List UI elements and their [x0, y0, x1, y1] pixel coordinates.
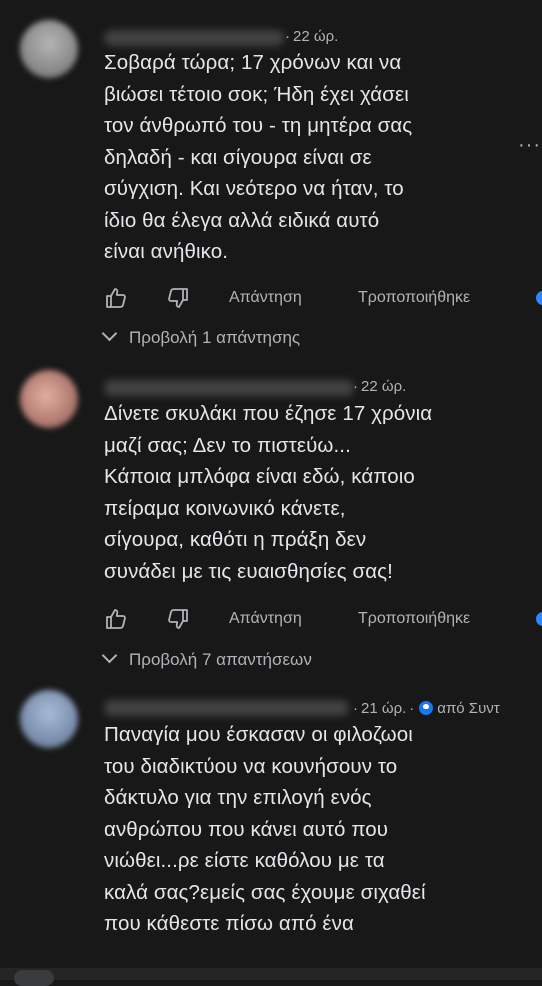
globe-icon	[419, 701, 434, 715]
comment-text: Δίνετε σκυλάκι που έζησε 17 χρόνια μαζί …	[104, 402, 433, 583]
author-name-redacted[interactable]	[104, 700, 349, 716]
avatar[interactable]	[20, 690, 78, 748]
source-label[interactable]: από Συντ	[437, 700, 499, 717]
avatar[interactable]	[20, 370, 78, 428]
chevron-down-icon	[101, 325, 118, 342]
view-replies-button[interactable]: Προβολή 7 απαντήσεων	[101, 647, 312, 670]
more-horizontal-icon[interactable]: ···	[518, 134, 541, 157]
comment-meta: · 22 ώρ.	[285, 28, 339, 45]
reaction-indicator	[536, 291, 542, 305]
bottom-composer-bar	[0, 968, 542, 986]
composer-avatar[interactable]	[14, 970, 54, 986]
comment-meta: · 21 ώρ. · από Συντ	[353, 700, 500, 717]
thumbs-up-icon[interactable]	[104, 607, 128, 631]
comment-actions: Απάντηση Τροποποιήθηκε	[104, 607, 542, 631]
comment-text: Παναγία μου έσκασαν οι φιλοζωοι του διαδ…	[104, 723, 426, 935]
edited-label[interactable]: Τροποποιήθηκε	[358, 289, 470, 307]
comment-actions: Απάντηση Τροποποιήθηκε	[104, 286, 542, 310]
chevron-down-icon	[101, 647, 118, 664]
author-name-redacted[interactable]	[104, 380, 354, 396]
comment-text: Σοβαρά τώρα; 17 χρόνων και να βιώσει τέτ…	[104, 51, 413, 263]
timestamp[interactable]: 22 ώρ.	[361, 378, 406, 395]
timestamp[interactable]: 22 ώρ.	[293, 28, 338, 45]
reply-button[interactable]: Απάντηση	[229, 289, 302, 307]
author-name-redacted[interactable]	[104, 30, 284, 46]
comment-meta: · 22 ώρ.	[353, 378, 407, 395]
thumbs-down-icon[interactable]	[166, 607, 190, 631]
reply-button[interactable]: Απάντηση	[229, 610, 302, 628]
view-replies-label: Προβολή 1 απάντησης	[129, 328, 301, 347]
view-replies-label: Προβολή 7 απαντήσεων	[129, 650, 312, 669]
thumbs-up-icon[interactable]	[104, 286, 128, 310]
view-replies-button[interactable]: Προβολή 1 απάντησης	[101, 325, 301, 348]
thumbs-down-icon[interactable]	[166, 286, 190, 310]
edited-label[interactable]: Τροποποιήθηκε	[358, 610, 470, 628]
timestamp[interactable]: 21 ώρ.	[361, 700, 406, 717]
avatar[interactable]	[20, 20, 78, 78]
reaction-indicator	[536, 612, 542, 626]
